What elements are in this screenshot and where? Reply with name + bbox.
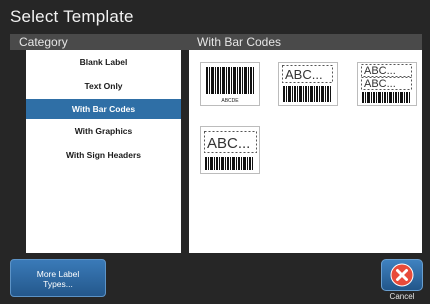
barcode-template-icon[interactable]: ABCDE: [200, 62, 260, 106]
cancel-label: Cancel: [389, 292, 415, 301]
text-barcode-large-template-icon[interactable]: ABC...: [200, 126, 260, 174]
cancel-button[interactable]: [381, 259, 423, 291]
template-text: ABC...: [207, 135, 250, 152]
text-barcode-template-icon[interactable]: ABC...: [278, 62, 338, 106]
more-label-types-label: More Label Types...: [36, 269, 80, 289]
template-grid: ABCDE ABC... ABC... ABC... ABC...: [189, 50, 422, 253]
category-item-text-only[interactable]: Text Only: [26, 76, 181, 96]
template-text: ABC...: [285, 67, 323, 82]
barcode-caption: ABCDE: [221, 98, 239, 104]
category-item-with-graphics[interactable]: With Graphics: [26, 121, 181, 141]
category-item-blank-label[interactable]: Blank Label: [26, 52, 181, 72]
category-header: Category: [19, 35, 68, 49]
template-header: With Bar Codes: [197, 35, 282, 49]
category-list: Blank Label Text Only With Bar Codes Wit…: [26, 50, 181, 253]
close-icon: [390, 263, 414, 287]
category-item-with-bar-codes[interactable]: With Bar Codes: [26, 99, 181, 119]
barcode-bars: [206, 67, 254, 94]
category-item-with-sign-headers[interactable]: With Sign Headers: [26, 145, 181, 165]
two-text-barcode-template-icon[interactable]: ABC... ABC...: [357, 62, 417, 106]
more-label-types-button[interactable]: More Label Types...: [10, 259, 106, 297]
dialog-title: Select Template: [10, 7, 134, 26]
template-text-line-1: ABC...: [364, 65, 396, 77]
template-text-line-2: ABC...: [364, 78, 396, 90]
